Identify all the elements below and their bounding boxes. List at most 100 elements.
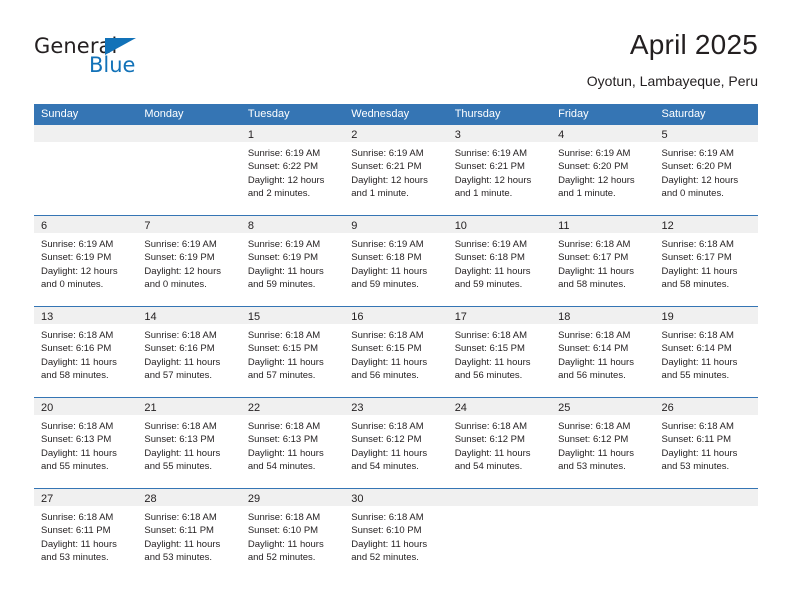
day-details: Sunrise: 6:18 AM Sunset: 6:17 PM Daylight:…	[655, 233, 758, 292]
day-cell[interactable]: 27 Sunrise: 6:18 AM Sunset: 6:11 PM Dayligh…	[34, 489, 138, 579]
day-details: Sunrise: 6:18 AM Sunset: 6:10 PM Daylight:…	[344, 506, 447, 565]
day-details	[551, 506, 654, 511]
sunrise-text: Sunrise: 6:18 AM	[558, 330, 631, 341]
daylight-text-line2: and 59 minutes.	[247, 279, 316, 291]
weekday-header-monday: Monday	[144, 108, 184, 120]
day-cell[interactable]: 9 Sunrise: 6:19 AM Sunset: 6:18 PM Daylight…	[344, 216, 448, 306]
day-cell[interactable]: 14 Sunrise: 6:18 AM Sunset: 6:16 PM Dayligh…	[137, 307, 241, 397]
sunrise-text: Sunrise: 6:18 AM	[558, 239, 631, 250]
day-number-band: 21	[137, 398, 241, 415]
daylight-text-line2: and 52 minutes.	[351, 552, 419, 564]
day-cell[interactable]: 26 Sunrise: 6:18 AM Sunset: 6:11 PM Dayligh…	[654, 398, 758, 488]
sunset-text: Sunset: 6:12 PM	[454, 434, 525, 446]
day-cell[interactable]: 13 Sunrise: 6:18 AM Sunset: 6:16 PM Dayligh…	[34, 307, 138, 397]
daylight-text-line1: Daylight: 11 hours	[41, 356, 117, 368]
day-details: Sunrise: 6:19 AM Sunset: 6:21 PM Daylight:…	[448, 142, 551, 201]
sunset-text: Sunset: 6:11 PM	[661, 434, 732, 446]
day-cell[interactable]: 30 Sunrise: 6:18 AM Sunset: 6:10 PM Dayligh…	[344, 489, 448, 579]
sunrise-text: Sunrise: 6:18 AM	[351, 512, 424, 523]
day-cell[interactable]: 15 Sunrise: 6:18 AM Sunset: 6:15 PM Dayligh…	[240, 307, 345, 397]
sunrise-text: Sunrise: 6:18 AM	[144, 512, 217, 523]
day-number-band: 27	[34, 489, 138, 506]
weekday-header-wednesday: Wednesday	[351, 108, 410, 120]
day-details: Sunrise: 6:18 AM Sunset: 6:15 PM Daylight:…	[241, 324, 344, 383]
daylight-text-line1: Daylight: 11 hours	[41, 447, 117, 459]
day-number-band: 5	[654, 125, 758, 142]
day-cell[interactable]: 20 Sunrise: 6:18 AM Sunset: 6:13 PM Dayligh…	[34, 398, 138, 488]
day-number: 23	[351, 402, 364, 414]
daylight-text-line1: Daylight: 11 hours	[351, 356, 428, 368]
day-details	[448, 506, 551, 511]
day-number-band: 6	[34, 216, 138, 233]
day-cell[interactable]: 5 Sunrise: 6:19 AM Sunset: 6:20 PM Daylight…	[654, 125, 758, 215]
day-cell[interactable]: 6 Sunrise: 6:19 AM Sunset: 6:19 PM Daylight…	[34, 216, 138, 306]
calendar-week-row: 6 Sunrise: 6:19 AM Sunset: 6:19 PM Daylight…	[34, 215, 758, 306]
day-number-band: 2	[344, 125, 448, 142]
sunrise-text: Sunrise: 6:18 AM	[247, 421, 321, 432]
day-cell[interactable]: 10 Sunrise: 6:19 AM Sunset: 6:18 PM Dayligh…	[447, 216, 552, 306]
day-number-band: 22	[240, 398, 345, 415]
daylight-text-line1: Daylight: 11 hours	[144, 356, 221, 368]
week-cells: 27 Sunrise: 6:18 AM Sunset: 6:11 PM Dayligh…	[34, 489, 758, 579]
day-cell[interactable]: 4 Sunrise: 6:19 AM Sunset: 6:20 PM Daylight…	[551, 125, 655, 215]
day-cell[interactable]: 19 Sunrise: 6:18 AM Sunset: 6:14 PM Dayligh…	[654, 307, 758, 397]
sunrise-text: Sunrise: 6:19 AM	[351, 239, 424, 250]
daylight-text-line2: and 53 minutes.	[144, 552, 213, 564]
day-cell[interactable]: 18 Sunrise: 6:18 AM Sunset: 6:14 PM Dayligh…	[551, 307, 655, 397]
calendar-grid: Sunday Monday Tuesday Wednesday Thursday Frid…	[34, 104, 758, 579]
brand-logo[interactable]: General Blue	[34, 34, 214, 92]
sunrise-text: Sunrise: 6:19 AM	[247, 148, 321, 159]
day-number-band	[447, 489, 552, 506]
sunrise-text: Sunrise: 6:18 AM	[661, 239, 734, 250]
daylight-text-line2: and 52 minutes.	[247, 552, 316, 564]
daylight-text-line1: Daylight: 11 hours	[247, 538, 324, 550]
day-number: 17	[454, 311, 467, 323]
day-number-band	[551, 489, 655, 506]
sunset-text: Sunset: 6:16 PM	[144, 343, 215, 355]
day-number: 5	[661, 129, 668, 141]
day-cell[interactable]: 11 Sunrise: 6:18 AM Sunset: 6:17 PM Dayligh…	[551, 216, 655, 306]
day-cell[interactable]: 25 Sunrise: 6:18 AM Sunset: 6:12 PM Dayligh…	[551, 398, 655, 488]
sunrise-text: Sunrise: 6:18 AM	[247, 512, 321, 523]
day-details: Sunrise: 6:18 AM Sunset: 6:16 PM Daylight:…	[137, 324, 240, 383]
weekday-header-tuesday: Tuesday	[247, 108, 290, 120]
day-cell[interactable]: 8 Sunrise: 6:19 AM Sunset: 6:19 PM Daylight…	[240, 216, 345, 306]
daylight-text-line1: Daylight: 11 hours	[247, 356, 324, 368]
day-cell[interactable]: 7 Sunrise: 6:19 AM Sunset: 6:19 PM Daylight…	[137, 216, 241, 306]
day-number: 10	[454, 220, 467, 232]
daylight-text-line1: Daylight: 12 hours	[351, 174, 428, 186]
day-cell[interactable]: 17 Sunrise: 6:18 AM Sunset: 6:15 PM Dayligh…	[447, 307, 552, 397]
day-cell[interactable]: 2 Sunrise: 6:19 AM Sunset: 6:21 PM Daylight…	[344, 125, 448, 215]
daylight-text-line2: and 1 minute.	[558, 188, 616, 200]
day-cell[interactable]: 16 Sunrise: 6:18 AM Sunset: 6:15 PM Dayligh…	[344, 307, 448, 397]
day-details: Sunrise: 6:18 AM Sunset: 6:11 PM Daylight:…	[34, 506, 137, 565]
daylight-text-line2: and 59 minutes.	[351, 279, 419, 291]
daylight-text-line1: Daylight: 11 hours	[351, 538, 428, 550]
day-number: 16	[351, 311, 364, 323]
day-cell[interactable]: 23 Sunrise: 6:18 AM Sunset: 6:12 PM Dayligh…	[344, 398, 448, 488]
day-cell-empty	[447, 489, 552, 579]
day-cell[interactable]: 12 Sunrise: 6:18 AM Sunset: 6:17 PM Dayligh…	[654, 216, 758, 306]
day-details: Sunrise: 6:19 AM Sunset: 6:21 PM Daylight:…	[344, 142, 447, 201]
sunset-text: Sunset: 6:22 PM	[247, 161, 319, 173]
day-cell[interactable]: 28 Sunrise: 6:18 AM Sunset: 6:11 PM Dayligh…	[137, 489, 241, 579]
day-details: Sunrise: 6:18 AM Sunset: 6:14 PM Daylight:…	[655, 324, 758, 383]
day-cell-empty	[34, 125, 138, 215]
day-cell[interactable]: 21 Sunrise: 6:18 AM Sunset: 6:13 PM Dayligh…	[137, 398, 241, 488]
sunrise-text: Sunrise: 6:18 AM	[558, 421, 631, 432]
day-cell[interactable]: 3 Sunrise: 6:19 AM Sunset: 6:21 PM Daylight…	[447, 125, 552, 215]
daylight-text-line2: and 58 minutes.	[558, 279, 626, 291]
day-cell[interactable]: 24 Sunrise: 6:18 AM Sunset: 6:12 PM Dayligh…	[447, 398, 552, 488]
sunset-text: Sunset: 6:16 PM	[41, 343, 112, 355]
day-number: 21	[144, 402, 157, 414]
sunrise-text: Sunrise: 6:18 AM	[454, 421, 528, 432]
day-details: Sunrise: 6:18 AM Sunset: 6:13 PM Daylight:…	[241, 415, 344, 474]
day-cell[interactable]: 22 Sunrise: 6:18 AM Sunset: 6:13 PM Dayligh…	[240, 398, 345, 488]
day-number-band: 9	[344, 216, 448, 233]
day-number: 4	[558, 129, 565, 141]
day-cell[interactable]: 1 Sunrise: 6:19 AM Sunset: 6:22 PM Daylight…	[240, 125, 345, 215]
sunset-text: Sunset: 6:15 PM	[454, 343, 525, 355]
day-details: Sunrise: 6:18 AM Sunset: 6:15 PM Daylight:…	[344, 324, 447, 383]
sunrise-text: Sunrise: 6:19 AM	[351, 148, 424, 159]
day-cell[interactable]: 29 Sunrise: 6:18 AM Sunset: 6:10 PM Dayligh…	[240, 489, 345, 579]
